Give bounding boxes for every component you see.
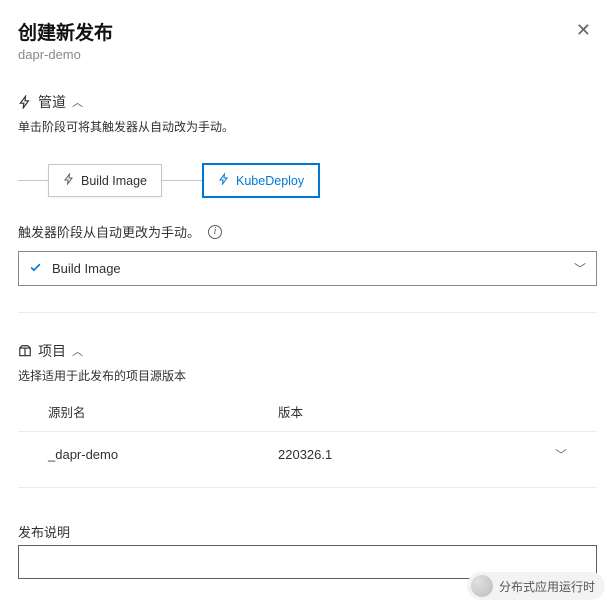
check-icon — [29, 261, 42, 277]
project-section-header[interactable]: 项目 ︿ — [18, 341, 597, 361]
panel-subtitle: dapr-demo — [18, 47, 113, 62]
bolt-icon — [63, 173, 75, 188]
footer-badge: 分布式应用运行时 — [467, 572, 605, 600]
avatar — [471, 575, 493, 597]
bolt-icon — [218, 173, 230, 188]
stage-build-image[interactable]: Build Image — [48, 164, 162, 197]
version-cell: 220326.1 — [278, 447, 537, 462]
chevron-up-icon: ︿ — [72, 343, 83, 359]
pipeline-label: 管道 — [38, 92, 66, 112]
pipeline-stages: Build Image KubeDeploy — [18, 163, 597, 198]
pipeline-desc: 单击阶段可将其触发器从自动改为手动。 — [18, 118, 597, 135]
stage-label: Build Image — [81, 174, 147, 188]
chevron-down-icon: ﹀ — [574, 260, 586, 277]
chevron-down-icon[interactable]: ﹀ — [555, 448, 567, 462]
trigger-change-label: 触发器阶段从自动更改为手动。 — [18, 222, 200, 241]
panel-title: 创建新发布 — [18, 18, 113, 45]
stage-kubedeploy[interactable]: KubeDeploy — [202, 163, 320, 198]
chevron-up-icon: ︿ — [72, 94, 83, 110]
project-label: 项目 — [38, 341, 66, 361]
footer-badge-label: 分布式应用运行时 — [499, 578, 595, 595]
project-desc: 选择适用于此发布的项目源版本 — [18, 367, 597, 384]
col-version-header: 版本 — [278, 402, 537, 421]
stage-label: KubeDeploy — [236, 174, 304, 188]
package-icon — [18, 344, 32, 358]
bolt-icon — [18, 95, 32, 109]
release-desc-label: 发布说明 — [18, 522, 597, 541]
table-row[interactable]: _dapr-demo 220326.1 ﹀ — [18, 432, 597, 477]
source-alias-cell: _dapr-demo — [48, 447, 278, 462]
pipeline-section-header[interactable]: 管道 ︿ — [18, 92, 597, 112]
col-alias-header: 源别名 — [48, 402, 278, 421]
trigger-stage-select[interactable]: Build Image ﹀ — [18, 251, 597, 286]
selected-stage-value: Build Image — [52, 261, 121, 276]
close-icon[interactable]: ✕ — [570, 18, 597, 43]
info-icon[interactable]: i — [208, 225, 222, 239]
